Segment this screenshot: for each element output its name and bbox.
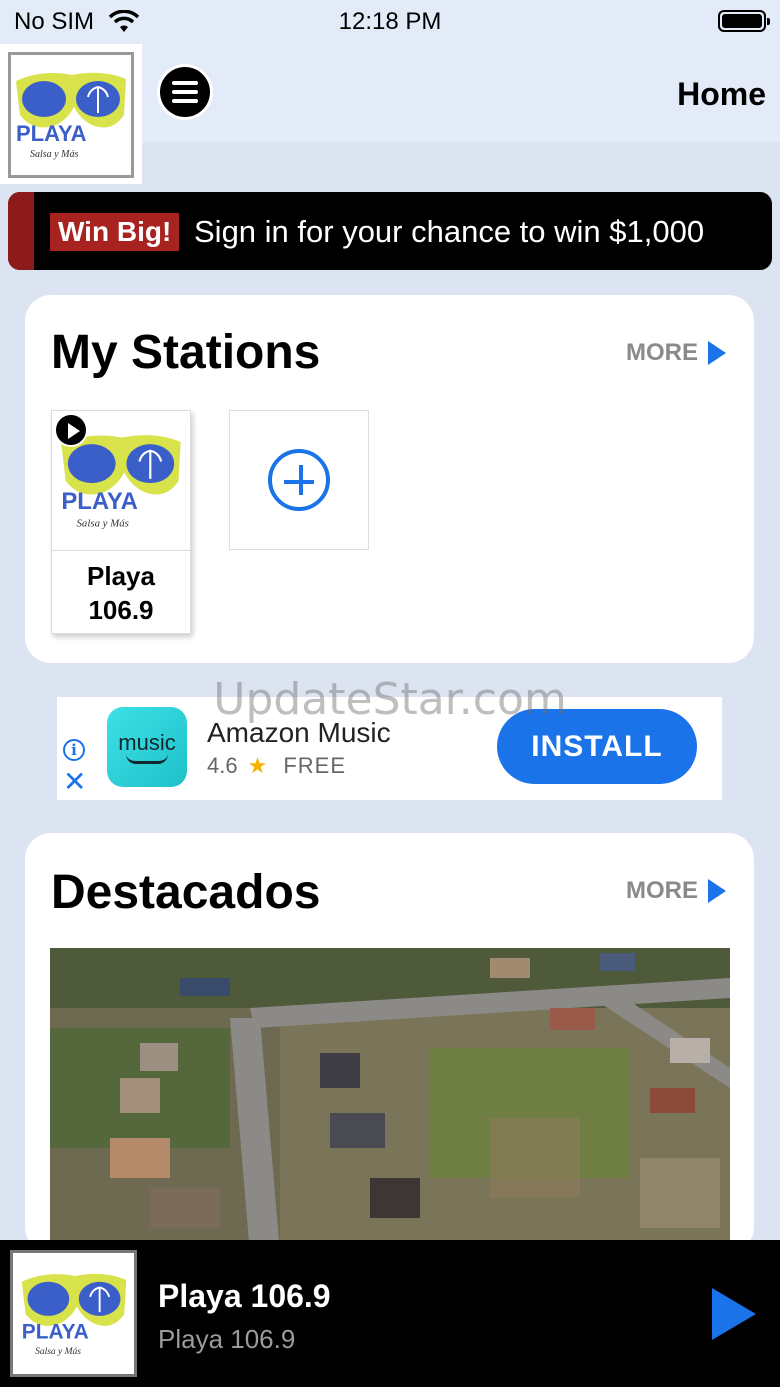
hamburger-icon: [160, 67, 210, 117]
close-icon[interactable]: ✕: [63, 768, 86, 796]
featured-card: Destacados MORE: [25, 833, 754, 1253]
plus-circle-icon: [268, 449, 330, 511]
now-playing-bar[interactable]: PLAYA Salsa y Más Playa 106.9 Playa 106.…: [0, 1240, 780, 1387]
station-tile-playa[interactable]: PLAYA Salsa y Más Playa 106.9: [51, 410, 191, 634]
aerial-tornado-damage-photo: [50, 948, 730, 1253]
ad-price: FREE: [283, 753, 347, 778]
now-playing-artwork: PLAYA Salsa y Más: [10, 1250, 137, 1377]
playa-logo-image: PLAYA Salsa y Más: [16, 72, 126, 160]
my-stations-card: My Stations MORE PLAYA Salsa y Más Playa…: [25, 295, 754, 663]
promo-stripe: [8, 192, 34, 270]
app-icon-text: music: [118, 730, 176, 755]
more-label: MORE: [626, 877, 698, 904]
ad-rating: 4.6: [207, 753, 238, 778]
menu-button[interactable]: [157, 64, 213, 120]
station-artwork: PLAYA Salsa y Más: [52, 411, 190, 551]
featured-article-image[interactable]: [50, 948, 730, 1253]
now-playing-title: Playa 106.9: [158, 1278, 331, 1314]
info-icon[interactable]: i: [63, 739, 85, 761]
more-label: MORE: [626, 339, 698, 366]
promo-banner[interactable]: Win Big! Sign in for your chance to win …: [8, 192, 772, 270]
clock: 12:18 PM: [338, 8, 442, 35]
station-name-line1: Playa: [87, 561, 155, 591]
my-stations-more-link[interactable]: MORE: [626, 339, 726, 367]
smile-arrow-icon: [126, 754, 168, 764]
play-icon[interactable]: [54, 413, 88, 447]
ad-meta: 4.6 ★ FREE: [207, 753, 346, 779]
status-bar: No SIM 12:18 PM: [0, 0, 780, 44]
chevron-right-icon: [708, 879, 726, 903]
featured-more-link[interactable]: MORE: [626, 877, 726, 905]
playa-logo-image: PLAYA Salsa y Más: [21, 1273, 126, 1356]
add-station-button[interactable]: [229, 410, 369, 550]
svg-text:PLAYA: PLAYA: [61, 488, 137, 515]
star-icon: ★: [247, 753, 268, 778]
chevron-right-icon: [708, 341, 726, 365]
watermark: UpdateStar.com: [213, 674, 567, 725]
my-stations-title: My Stations: [51, 326, 321, 379]
svg-text:Salsa y Más: Salsa y Más: [77, 517, 129, 529]
featured-title: Destacados: [51, 866, 321, 919]
svg-text:PLAYA: PLAYA: [16, 121, 87, 146]
page-title: Home: [677, 76, 766, 112]
promo-text: Sign in for your chance to win $1,000: [194, 214, 705, 249]
svg-text:PLAYA: PLAYA: [21, 1320, 88, 1343]
promo-badge: Win Big!: [50, 213, 180, 251]
now-playing-subtitle: Playa 106.9: [158, 1324, 296, 1354]
station-name: Playa 106.9: [52, 551, 190, 627]
play-icon[interactable]: [712, 1288, 756, 1340]
station-logo[interactable]: PLAYA Salsa y Más: [0, 44, 142, 184]
battery-icon: [718, 10, 770, 32]
svg-text:Salsa y Más: Salsa y Más: [35, 1346, 81, 1356]
station-name-line2: 106.9: [88, 595, 154, 625]
svg-text:Salsa y Más: Salsa y Más: [30, 149, 78, 160]
